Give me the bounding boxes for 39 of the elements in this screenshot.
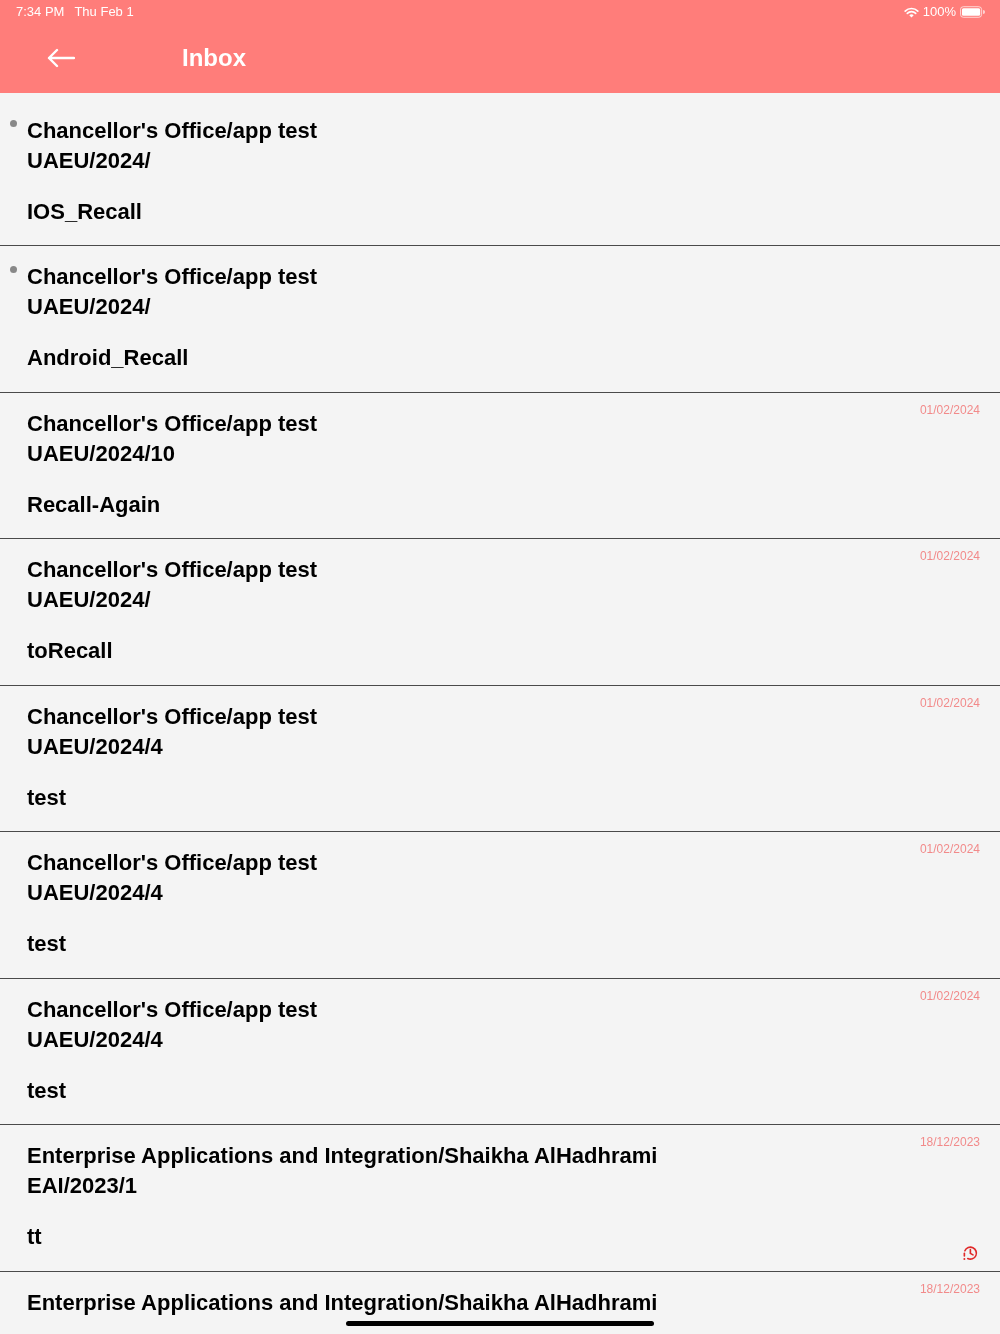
reference-number: UAEU/2024/	[27, 146, 152, 175]
message-date: 01/02/2024	[919, 695, 980, 711]
sender-name: Chancellor's Office/app test	[27, 556, 319, 584]
sender-name: Chancellor's Office/app test	[27, 116, 319, 145]
sender-name: Enterprise Applications and Integration/Shaikha AlHadhrami	[27, 1142, 659, 1170]
sender-name: Enterprise Applications and Integration/Shaikha AlHadhrami	[27, 1288, 659, 1317]
sender-name: Chancellor's Office/app test	[27, 263, 319, 291]
message-date: 18/12/2023	[919, 1135, 980, 1150]
message-subject: test	[27, 783, 68, 812]
reference-number: UAEU/2024/	[27, 293, 152, 321]
message-date: 01/02/2024	[919, 402, 980, 418]
sender-name: Chancellor's Office/app test	[27, 409, 319, 438]
reference-number: UAEU/2024/4	[27, 1025, 164, 1054]
sender-name: Chancellor's Office/app test	[27, 849, 319, 877]
message-date: 01/02/2024	[919, 549, 980, 564]
message-subject: test	[27, 930, 68, 958]
battery-icon	[960, 6, 985, 18]
message-subject: test	[27, 1076, 68, 1105]
message-subject: Recall-Again	[27, 490, 162, 519]
message-subject: tt	[27, 1223, 43, 1251]
status-time: 7:34 PM	[16, 4, 65, 20]
message-date: 01/02/2024	[919, 842, 980, 857]
message-subject: IOS_Recall	[27, 197, 143, 226]
message-date: 18/12/2023	[919, 1281, 980, 1297]
screen-title: Inbox	[182, 43, 246, 72]
message-date: 01/02/2024	[919, 988, 980, 1004]
wifi-icon	[903, 6, 919, 18]
message-subject: toRecall	[27, 637, 114, 665]
sender-name: Chancellor's Office/app test	[27, 702, 319, 731]
reference-number: EAI/2023/1	[27, 1172, 139, 1200]
battery-percent: 100%	[922, 4, 956, 20]
message-subject: Android_Recall	[27, 344, 190, 372]
reference-number: UAEU/2024/	[27, 586, 152, 614]
reference-number: UAEU/2024/4	[27, 732, 164, 761]
reference-number: UAEU/2024/4	[27, 879, 164, 907]
sender-name: Chancellor's Office/app test	[27, 995, 319, 1024]
back-arrow-icon[interactable]	[47, 47, 75, 68]
reference-number: UAEU/2024/10	[27, 439, 176, 468]
status-date: Thu Feb 1	[74, 4, 134, 20]
